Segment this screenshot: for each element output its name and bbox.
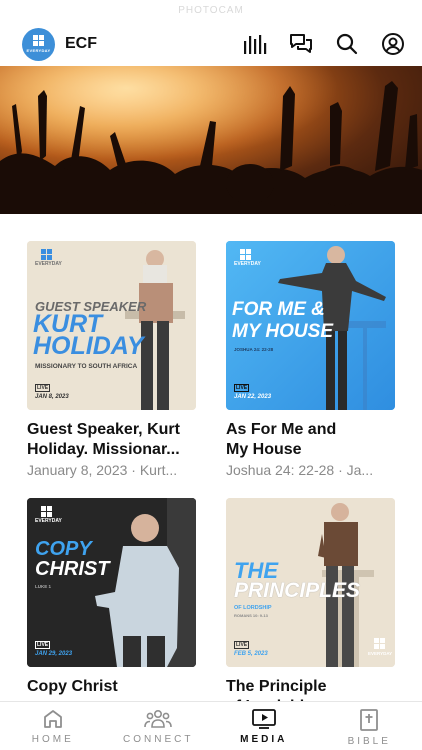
tab-home-label: HOME bbox=[31, 734, 74, 745]
sermon-title-line1: The Principle bbox=[226, 678, 327, 695]
thumb-headline-2: PRINCIPLES bbox=[234, 579, 361, 602]
thumb-tagline: OF LORDSHIP bbox=[234, 605, 272, 611]
app-title: ECF bbox=[65, 35, 97, 52]
logo-text: EVERYDAY bbox=[26, 48, 51, 53]
tab-connect-label: CONNECT bbox=[123, 734, 194, 745]
bible-icon bbox=[360, 709, 379, 731]
church-logo[interactable]: EVERYDAY bbox=[22, 27, 55, 61]
thumb-brand: EVERYDAY bbox=[35, 261, 62, 267]
sermon-thumbnail-2: EVERYDAY FOR ME & MY HOUSE JOSHUA 24: 22… bbox=[226, 241, 395, 410]
thumb-date: FEB 5, 2023 bbox=[234, 651, 268, 657]
sermon-subtitle: January 8, 2023 · Kurt... bbox=[27, 462, 178, 478]
sermon-title-line2: My House bbox=[226, 441, 302, 458]
status-text: PHOTOCAM bbox=[178, 5, 244, 16]
thumb-date: JAN 8, 2023 bbox=[35, 394, 69, 400]
thumb-headline-2: MY HOUSE bbox=[232, 321, 334, 342]
sermon-card-4[interactable]: THE PRINCIPLES OF LORDSHIP ROMANS 10: 9-… bbox=[226, 498, 395, 717]
thumb-headline-1: FOR ME & bbox=[232, 299, 325, 320]
sermon-title-line2: Holiday. Missionar... bbox=[27, 441, 180, 458]
tab-media-label: MEDIA bbox=[240, 734, 288, 745]
sermon-title-line1: Guest Speaker, Kurt bbox=[27, 421, 180, 438]
sermon-thumbnail-4: THE PRINCIPLES OF LORDSHIP ROMANS 10: 9-… bbox=[226, 498, 395, 667]
thumb-date: JAN 29, 2023 bbox=[35, 651, 73, 657]
sermon-thumbnail-3: EVERYDAY COPY CHRIST LUKE 1 LIVE JAN 29,… bbox=[27, 498, 196, 667]
tab-media[interactable]: MEDIA bbox=[211, 702, 317, 750]
thumb-brand: EVERYDAY bbox=[368, 651, 393, 656]
thumb-live-badge: LIVE bbox=[35, 641, 51, 649]
tab-bible-label: BIBLE bbox=[347, 736, 391, 747]
thumb-live-badge: LIVE bbox=[35, 384, 51, 392]
thumb-live-badge: LIVE bbox=[234, 384, 250, 392]
profile-icon[interactable] bbox=[380, 31, 406, 57]
thumb-tagline: MISSIONARY TO SOUTH AFRICA bbox=[35, 363, 138, 370]
status-bar: PHOTOCAM bbox=[0, 0, 422, 22]
thumb-brand: EVERYDAY bbox=[35, 518, 62, 524]
tab-bible[interactable]: BIBLE bbox=[317, 702, 422, 750]
sermon-title-line1: As For Me and bbox=[226, 421, 337, 438]
sermon-title-line1: Copy Christ bbox=[27, 678, 118, 695]
sermon-card-1[interactable]: EVERYDAY GUEST SPEAKER KURT HOLIDAY MISS… bbox=[27, 241, 196, 480]
logo-grid-icon bbox=[33, 35, 44, 46]
people-icon bbox=[144, 709, 173, 728]
thumb-date: JAN 22, 2023 bbox=[234, 394, 272, 400]
tab-home[interactable]: HOME bbox=[0, 702, 106, 750]
thumb-scripture-ref: ROMANS 10: 9-13 bbox=[234, 613, 268, 618]
play-screen-icon bbox=[251, 709, 276, 729]
equalizer-icon[interactable] bbox=[242, 31, 268, 57]
sermon-card-3[interactable]: EVERYDAY COPY CHRIST LUKE 1 LIVE JAN 29,… bbox=[27, 498, 196, 717]
thumb-scripture-ref: LUKE 1 bbox=[35, 584, 52, 589]
sermon-thumbnail-1: EVERYDAY GUEST SPEAKER KURT HOLIDAY MISS… bbox=[27, 241, 196, 410]
sermon-subtitle: Joshua 24: 22-28 · Ja... bbox=[226, 462, 374, 478]
app-header: EVERYDAY ECF bbox=[0, 22, 422, 66]
chat-bubbles-icon[interactable] bbox=[288, 31, 314, 57]
sermon-card-2[interactable]: EVERYDAY FOR ME & MY HOUSE JOSHUA 24: 22… bbox=[226, 241, 395, 480]
tab-connect[interactable]: CONNECT bbox=[106, 702, 212, 750]
thumb-brand: EVERYDAY bbox=[234, 261, 261, 267]
bottom-tab-bar: HOME CONNECT MEDIA BIBLE bbox=[0, 701, 422, 750]
thumb-live-badge: LIVE bbox=[234, 641, 250, 649]
thumb-headline-2: CHRIST bbox=[35, 558, 110, 580]
search-icon[interactable] bbox=[334, 31, 360, 57]
hero-banner-image[interactable] bbox=[0, 66, 422, 214]
home-icon bbox=[43, 710, 62, 728]
thumb-scripture-ref: JOSHUA 24: 22-28 bbox=[234, 347, 274, 352]
thumb-headline-2: HOLIDAY bbox=[33, 332, 144, 360]
